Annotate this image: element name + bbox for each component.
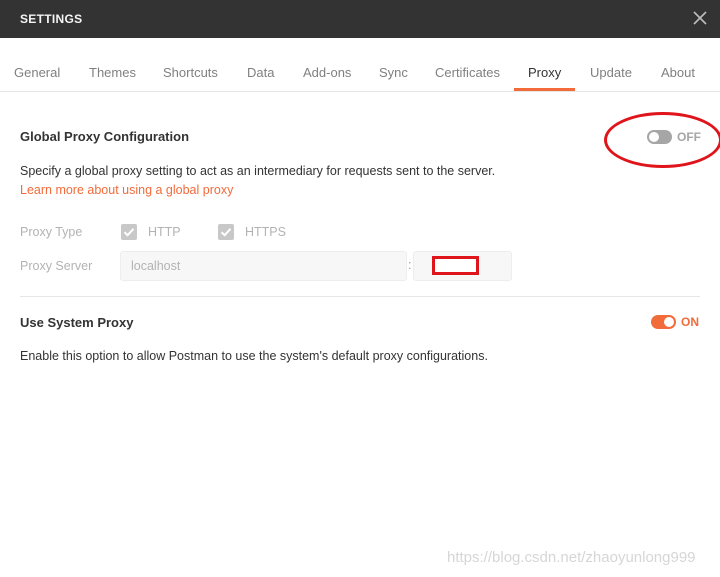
system-proxy-description: Enable this option to allow Postman to u… <box>20 349 488 363</box>
watermark: https://blog.csdn.net/zhaoyunlong999 <box>447 549 696 566</box>
https-checkbox[interactable] <box>218 224 234 240</box>
tab-general[interactable]: General <box>14 65 60 80</box>
settings-tabs: General Themes Shortcuts Data Add-ons Sy… <box>0 38 720 92</box>
proxy-type-label: Proxy Type <box>20 225 83 239</box>
http-label: HTTP <box>148 225 181 239</box>
annotation-ellipse <box>604 112 720 168</box>
section-divider <box>20 296 700 297</box>
global-proxy-description: Specify a global proxy setting to act as… <box>20 164 496 178</box>
tab-certificates[interactable]: Certificates <box>435 65 500 80</box>
close-icon[interactable] <box>690 8 710 28</box>
system-proxy-toggle[interactable]: ON <box>651 315 706 329</box>
system-proxy-toggle-label: ON <box>681 315 699 329</box>
proxy-server-label: Proxy Server <box>20 259 93 273</box>
window-title: SETTINGS <box>20 12 83 26</box>
toggle-knob <box>664 317 674 327</box>
learn-more-link[interactable]: Learn more about using a global proxy <box>20 183 233 197</box>
https-label: HTTPS <box>245 225 286 239</box>
tab-data[interactable]: Data <box>247 65 274 80</box>
tab-update[interactable]: Update <box>590 65 632 80</box>
port-separator: : <box>408 258 412 272</box>
tab-proxy[interactable]: Proxy <box>528 65 561 80</box>
redaction-box <box>432 256 479 275</box>
tab-add-ons[interactable]: Add-ons <box>303 65 351 80</box>
title-bar: SETTINGS <box>0 0 720 38</box>
system-proxy-title: Use System Proxy <box>20 315 134 330</box>
active-tab-indicator <box>514 88 575 91</box>
proxy-server-input[interactable] <box>120 251 407 281</box>
tab-sync[interactable]: Sync <box>379 65 408 80</box>
tab-about[interactable]: About <box>661 65 695 80</box>
global-proxy-title: Global Proxy Configuration <box>20 129 190 144</box>
tab-themes[interactable]: Themes <box>89 65 136 80</box>
tab-shortcuts[interactable]: Shortcuts <box>163 65 218 80</box>
http-checkbox[interactable] <box>121 224 137 240</box>
